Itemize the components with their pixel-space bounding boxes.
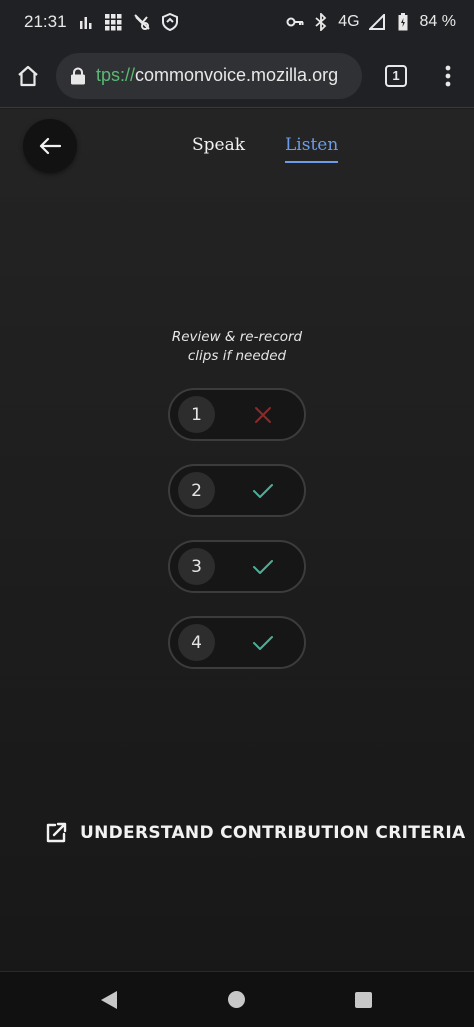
browser-toolbar: tps://commonvoice.mozilla.org 1 <box>0 44 474 108</box>
tab-count: 1 <box>385 64 407 87</box>
clip-item[interactable]: 1 <box>168 388 306 441</box>
tab-switcher-button[interactable]: 1 <box>366 48 426 104</box>
battery-icon <box>394 13 412 31</box>
status-icons-left <box>77 13 179 31</box>
bar-chart-icon <box>77 13 95 31</box>
grid-icon <box>105 13 123 31</box>
system-nav-bar <box>0 971 474 1027</box>
nav-recents-button[interactable] <box>355 992 372 1008</box>
clip-number: 4 <box>178 624 215 661</box>
overflow-menu-button[interactable] <box>426 48 470 104</box>
bluetooth-icon <box>312 13 330 31</box>
contribution-criteria-link[interactable]: UNDERSTAND CONTRIBUTION CRITERIA <box>44 821 466 845</box>
clip-number: 1 <box>178 396 215 433</box>
battery-level: 84 % <box>419 13 456 30</box>
tab-speak[interactable]: Speak <box>192 135 245 155</box>
page-content: Speak Listen Review & re-record clips if… <box>0 109 474 971</box>
nav-home-button[interactable] <box>228 991 245 1008</box>
home-icon <box>18 65 38 86</box>
home-button[interactable] <box>0 48 56 104</box>
review-instruction: Review & re-record clips if needed <box>0 328 474 366</box>
network-type: 4G <box>338 13 360 30</box>
clip-item[interactable]: 2 <box>168 464 306 517</box>
contribution-criteria-label: UNDERSTAND CONTRIBUTION CRITERIA <box>80 823 466 843</box>
url-scheme: tps:// <box>96 65 136 85</box>
lock-icon <box>71 66 85 84</box>
key-icon <box>286 13 304 31</box>
check-icon <box>253 484 273 498</box>
clip-number: 3 <box>178 548 215 585</box>
review-line-2: clips if needed <box>187 348 287 364</box>
clip-item[interactable]: 4 <box>168 616 306 669</box>
arrow-left-icon <box>39 137 61 155</box>
close-icon <box>255 407 271 423</box>
no-notification-icon <box>133 13 151 31</box>
shield-icon <box>161 13 179 31</box>
status-time: 21:31 <box>24 12 67 31</box>
clip-list: 1 2 3 4 <box>168 388 306 692</box>
tab-listen[interactable]: Listen <box>285 135 339 163</box>
url-host: commonvoice.mozilla.org <box>135 65 339 85</box>
signal-icon <box>368 13 386 31</box>
status-bar: 21:31 4G 84 % <box>0 0 474 44</box>
more-vert-icon <box>445 65 451 86</box>
check-icon <box>253 636 273 650</box>
nav-back-icon[interactable] <box>100 990 118 1010</box>
external-link-icon <box>46 822 67 843</box>
status-icons-right: 4G 84 % <box>286 13 456 31</box>
check-icon <box>253 560 273 574</box>
clip-number: 2 <box>178 472 215 509</box>
clip-item[interactable]: 3 <box>168 540 306 593</box>
review-line-1: Review & re-record <box>171 329 303 345</box>
address-bar[interactable]: tps://commonvoice.mozilla.org <box>56 52 362 99</box>
back-button[interactable] <box>23 119 77 173</box>
